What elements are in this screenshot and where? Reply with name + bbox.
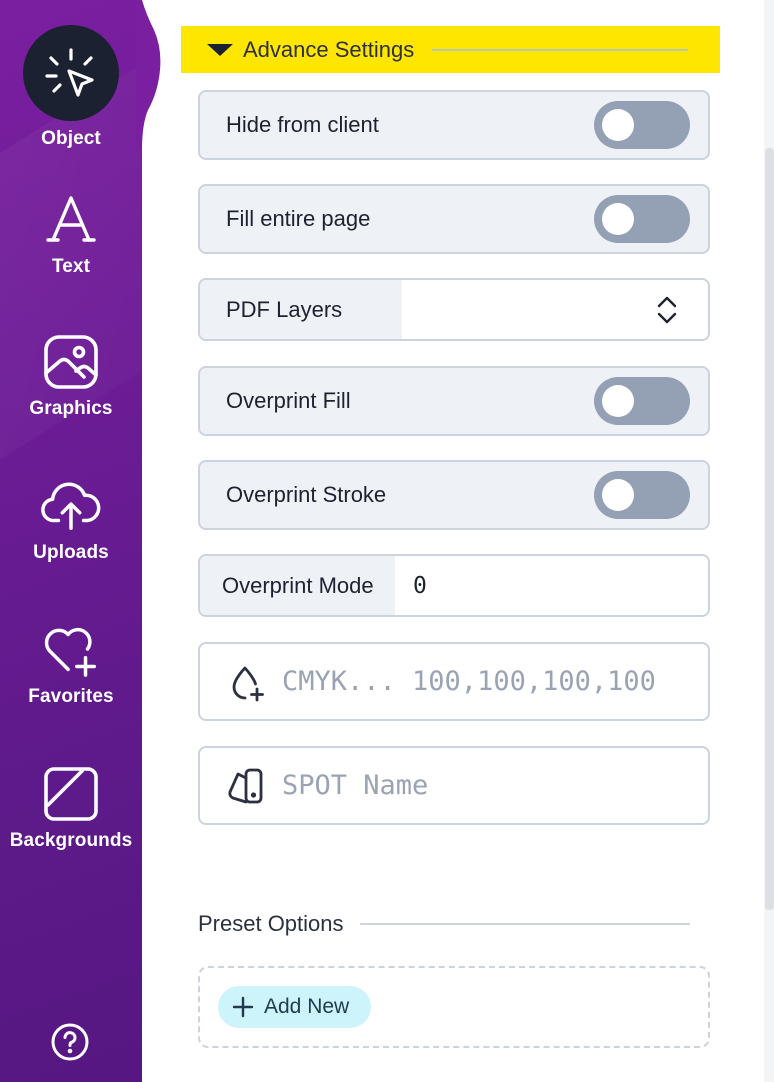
- add-new-label: Add New: [264, 995, 350, 1018]
- caret-down-icon: [207, 43, 233, 56]
- image-icon: [41, 332, 101, 392]
- color-drop-plus-icon: [226, 662, 266, 702]
- scrollbar-thumb[interactable]: [765, 148, 774, 910]
- divider: [432, 48, 689, 51]
- swatch-book-icon: [226, 766, 266, 806]
- chevron-up-down-icon: [657, 296, 677, 323]
- sidebar-item-label: Object: [41, 128, 101, 149]
- row-label: Overprint Mode: [222, 572, 374, 598]
- overprint-mode-row: Overprint Mode: [198, 554, 710, 617]
- help-button[interactable]: [50, 1022, 90, 1062]
- sidebar-item-label: Graphics: [29, 398, 113, 419]
- row-label: PDF Layers: [226, 296, 343, 322]
- pdf-layers-label-cell: PDF Layers: [200, 280, 402, 339]
- sidebar-item-favorites[interactable]: Favorites: [0, 620, 142, 708]
- pdf-layers-select[interactable]: [402, 280, 708, 339]
- active-tab-bulge: [136, 0, 161, 150]
- sidebar-item-object[interactable]: Object: [0, 0, 142, 150]
- toggle-knob: [602, 109, 634, 141]
- preset-options-header: Preset Options: [198, 908, 708, 940]
- sidebar-item-text[interactable]: Text: [0, 190, 142, 278]
- row-label: Hide from client: [226, 112, 379, 137]
- overprint-stroke-toggle[interactable]: [594, 471, 690, 519]
- hide-from-client-toggle[interactable]: [594, 101, 690, 149]
- background-icon: [41, 764, 101, 824]
- advance-settings-header[interactable]: Advance Settings: [181, 26, 720, 73]
- fill-entire-page-toggle[interactable]: [594, 195, 690, 243]
- toggle-knob: [602, 203, 634, 235]
- section-title: Preset Options: [198, 911, 344, 936]
- row-label: Overprint Fill: [226, 388, 351, 413]
- sidebar: Object Text Graphics Uploads Favorites B…: [0, 0, 142, 1082]
- divider: [359, 923, 690, 925]
- overprint-mode-input[interactable]: [395, 556, 708, 615]
- row-label: Overprint Stroke: [226, 482, 387, 507]
- active-indicator: [23, 25, 119, 121]
- cmyk-input[interactable]: [282, 666, 682, 697]
- row-label: Fill entire page: [226, 206, 371, 231]
- text-a-icon: [41, 190, 101, 250]
- hide-from-client-row: Hide from client: [198, 90, 710, 160]
- spot-field: [198, 746, 710, 825]
- overprint-stroke-row: Overprint Stroke: [198, 460, 710, 530]
- plus-icon: [232, 996, 254, 1018]
- fill-entire-page-row: Fill entire page: [198, 184, 710, 254]
- sidebar-item-graphics[interactable]: Graphics: [0, 332, 142, 420]
- cursor-click-icon: [45, 48, 94, 97]
- spot-name-input[interactable]: [282, 770, 682, 801]
- overprint-fill-toggle[interactable]: [594, 377, 690, 425]
- sidebar-item-label: Text: [51, 256, 91, 277]
- add-new-button[interactable]: Add New: [218, 986, 372, 1028]
- sidebar-item-label: Backgrounds: [9, 830, 133, 851]
- pdf-layers-row: PDF Layers: [198, 278, 710, 341]
- cloud-upload-icon: [41, 476, 101, 536]
- toggle-knob: [602, 479, 634, 511]
- toggle-knob: [602, 385, 634, 417]
- sidebar-item-label: Favorites: [28, 686, 114, 707]
- overprint-fill-row: Overprint Fill: [198, 366, 710, 436]
- heart-plus-icon: [41, 620, 101, 680]
- sidebar-item-label: Uploads: [33, 542, 109, 563]
- section-title: Advance Settings: [243, 36, 415, 62]
- sidebar-item-backgrounds[interactable]: Backgrounds: [0, 764, 142, 852]
- cmyk-field: [198, 642, 710, 721]
- help-circle-icon: [51, 1023, 89, 1061]
- overprint-mode-label-cell: Overprint Mode: [200, 556, 395, 615]
- preset-options-box: Add New: [198, 966, 710, 1048]
- sidebar-item-uploads[interactable]: Uploads: [0, 476, 142, 564]
